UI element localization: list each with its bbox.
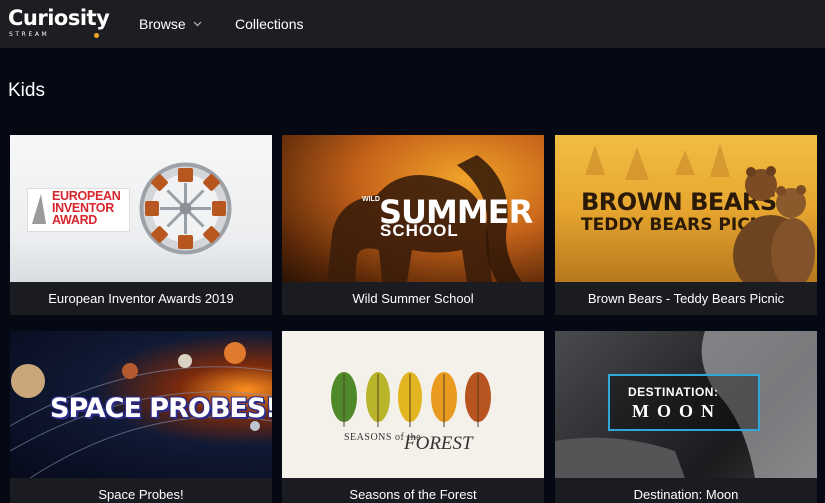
- video-thumbnail[interactable]: EUROPEAN INVENTOR AWARD: [10, 135, 272, 282]
- thumbnail-title: SPACE PROBES!: [50, 393, 272, 424]
- thumbnail-subtitle: MOON: [632, 401, 722, 421]
- video-title: Seasons of the Forest: [349, 487, 477, 502]
- motor-rotor-image: [139, 162, 232, 255]
- section-title: Kids: [8, 80, 45, 101]
- top-navigation-bar: Curiosity STREAM Browse Collections: [0, 0, 825, 48]
- thumbnail-subtitle: SCHOOL: [380, 221, 459, 240]
- thumbnail-title: DESTINATION:: [628, 385, 719, 399]
- curiosity-stream-logo[interactable]: Curiosity STREAM: [8, 6, 110, 42]
- video-card-space-probes[interactable]: SPACE PROBES! Space Probes!: [10, 331, 272, 503]
- thumbnail-title-prefix: WILD: [362, 196, 380, 203]
- video-thumbnail[interactable]: DESTINATION: MOON: [555, 331, 817, 478]
- video-thumbnail[interactable]: WILD SUMMER SCHOOL: [282, 135, 544, 282]
- award-logo-icon: [32, 194, 46, 224]
- nav-collections[interactable]: Collections: [235, 16, 303, 33]
- video-title: Wild Summer School: [352, 291, 474, 306]
- thumbnail-title: EUROPEAN INVENTOR AWARD: [52, 189, 121, 227]
- chevron-down-icon[interactable]: [193, 21, 202, 27]
- thumbnail-title-emphasis: FOREST: [404, 433, 473, 454]
- video-card-european-inventor-awards[interactable]: EUROPEAN INVENTOR AWARD European Invento…: [10, 135, 272, 315]
- video-thumbnail[interactable]: BROWN BEARS TEDDY BEARS PICNIC: [555, 135, 817, 282]
- video-title: Space Probes!: [98, 487, 184, 502]
- logo-accent-dot: [94, 33, 99, 38]
- video-thumbnail[interactable]: SPACE PROBES!: [10, 331, 272, 478]
- logo-wordmark: Curiosity: [8, 6, 110, 30]
- video-card-seasons-of-the-forest[interactable]: SEASONS of the FOREST Seasons of the For…: [282, 331, 544, 503]
- video-title: Brown Bears - Teddy Bears Picnic: [587, 291, 785, 306]
- autumn-leaves-image: [331, 372, 491, 427]
- video-card-brown-bears[interactable]: BROWN BEARS TEDDY BEARS PICNIC Brown Bea…: [555, 135, 817, 315]
- bear-cubs-image: [733, 166, 815, 282]
- nav-browse[interactable]: Browse: [139, 16, 186, 33]
- logo-subtitle: STREAM: [9, 31, 50, 38]
- video-title: European Inventor Awards 2019: [48, 291, 234, 306]
- video-card-wild-summer-school[interactable]: WILD SUMMER SCHOOL Wild Summer School: [282, 135, 544, 315]
- video-title: Destination: Moon: [633, 487, 739, 502]
- video-card-destination-moon[interactable]: DESTINATION: MOON Destination: Moon: [555, 331, 817, 503]
- video-thumbnail[interactable]: SEASONS of the FOREST: [282, 331, 544, 478]
